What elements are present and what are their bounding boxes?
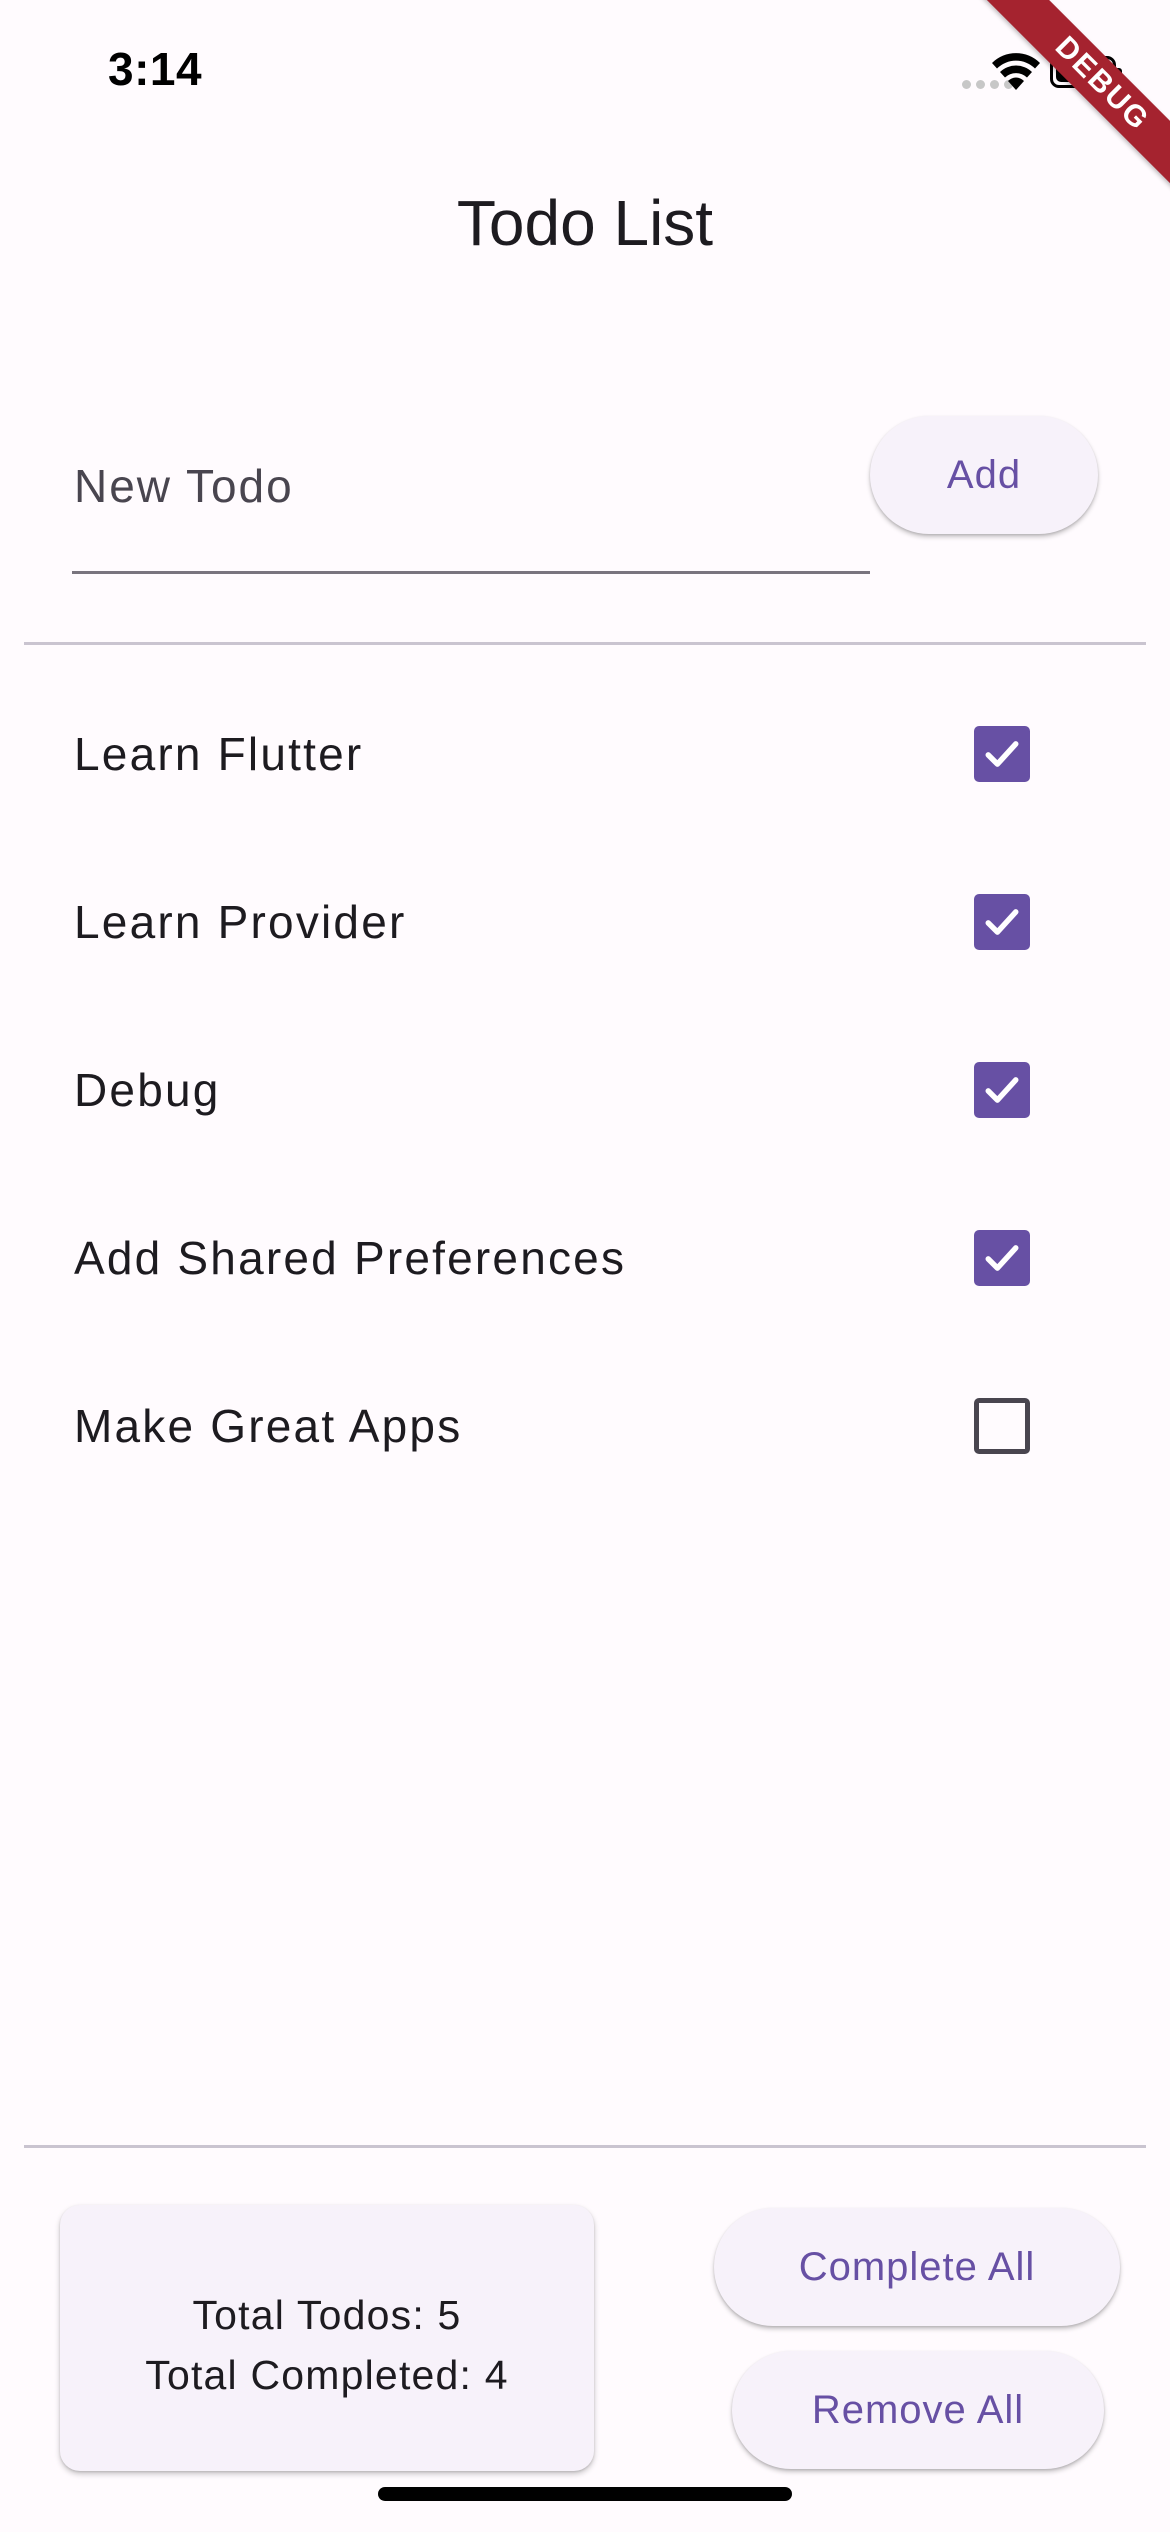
todo-title: Learn Flutter (74, 728, 364, 780)
remove-all-button[interactable]: Remove All (732, 2351, 1104, 2469)
summary-card: Total Todos: 5 Total Completed: 4 (60, 2205, 594, 2471)
total-todos-text: Total Todos: 5 (192, 2292, 462, 2338)
checkmark-icon (985, 741, 1019, 767)
page-title: Todo List (456, 187, 714, 259)
todo-item[interactable]: Learn Flutter (0, 670, 1170, 838)
todo-item[interactable]: Make Great Apps (0, 1342, 1170, 1510)
checkmark-icon (985, 909, 1019, 935)
debug-banner: DEBUG (980, 0, 1170, 206)
todo-title: Make Great Apps (74, 1400, 463, 1452)
checkmark-icon (985, 1245, 1019, 1271)
total-completed-text: Total Completed: 4 (145, 2352, 509, 2398)
todo-title: Debug (74, 1064, 221, 1116)
todo-checkbox[interactable] (974, 1062, 1030, 1118)
new-todo-input[interactable] (72, 430, 870, 574)
todo-item[interactable]: Learn Provider (0, 838, 1170, 1006)
status-time: 3:14 (108, 43, 203, 95)
todo-checkbox[interactable] (974, 894, 1030, 950)
todo-title: Learn Provider (74, 896, 407, 948)
home-indicator (378, 2487, 792, 2501)
todo-item[interactable]: Add Shared Preferences (0, 1174, 1170, 1342)
todo-checkbox[interactable] (974, 726, 1030, 782)
todo-item[interactable]: Debug (0, 1006, 1170, 1174)
complete-all-button[interactable]: Complete All (714, 2208, 1120, 2326)
add-todo-button[interactable]: Add (870, 416, 1098, 534)
wifi-icon (992, 53, 1040, 90)
divider (24, 642, 1146, 645)
todo-list: Learn Flutter Learn Provider Debug Add Shar… (0, 670, 1170, 1510)
divider (24, 2145, 1146, 2148)
app-screen: 3:14 DEBUG Todo List Add Learn FlutterLe… (0, 0, 1170, 2532)
todo-checkbox[interactable] (974, 1230, 1030, 1286)
todo-title: Add Shared Preferences (74, 1232, 627, 1284)
checkmark-icon (985, 1077, 1019, 1103)
todo-checkbox[interactable] (974, 1398, 1030, 1454)
